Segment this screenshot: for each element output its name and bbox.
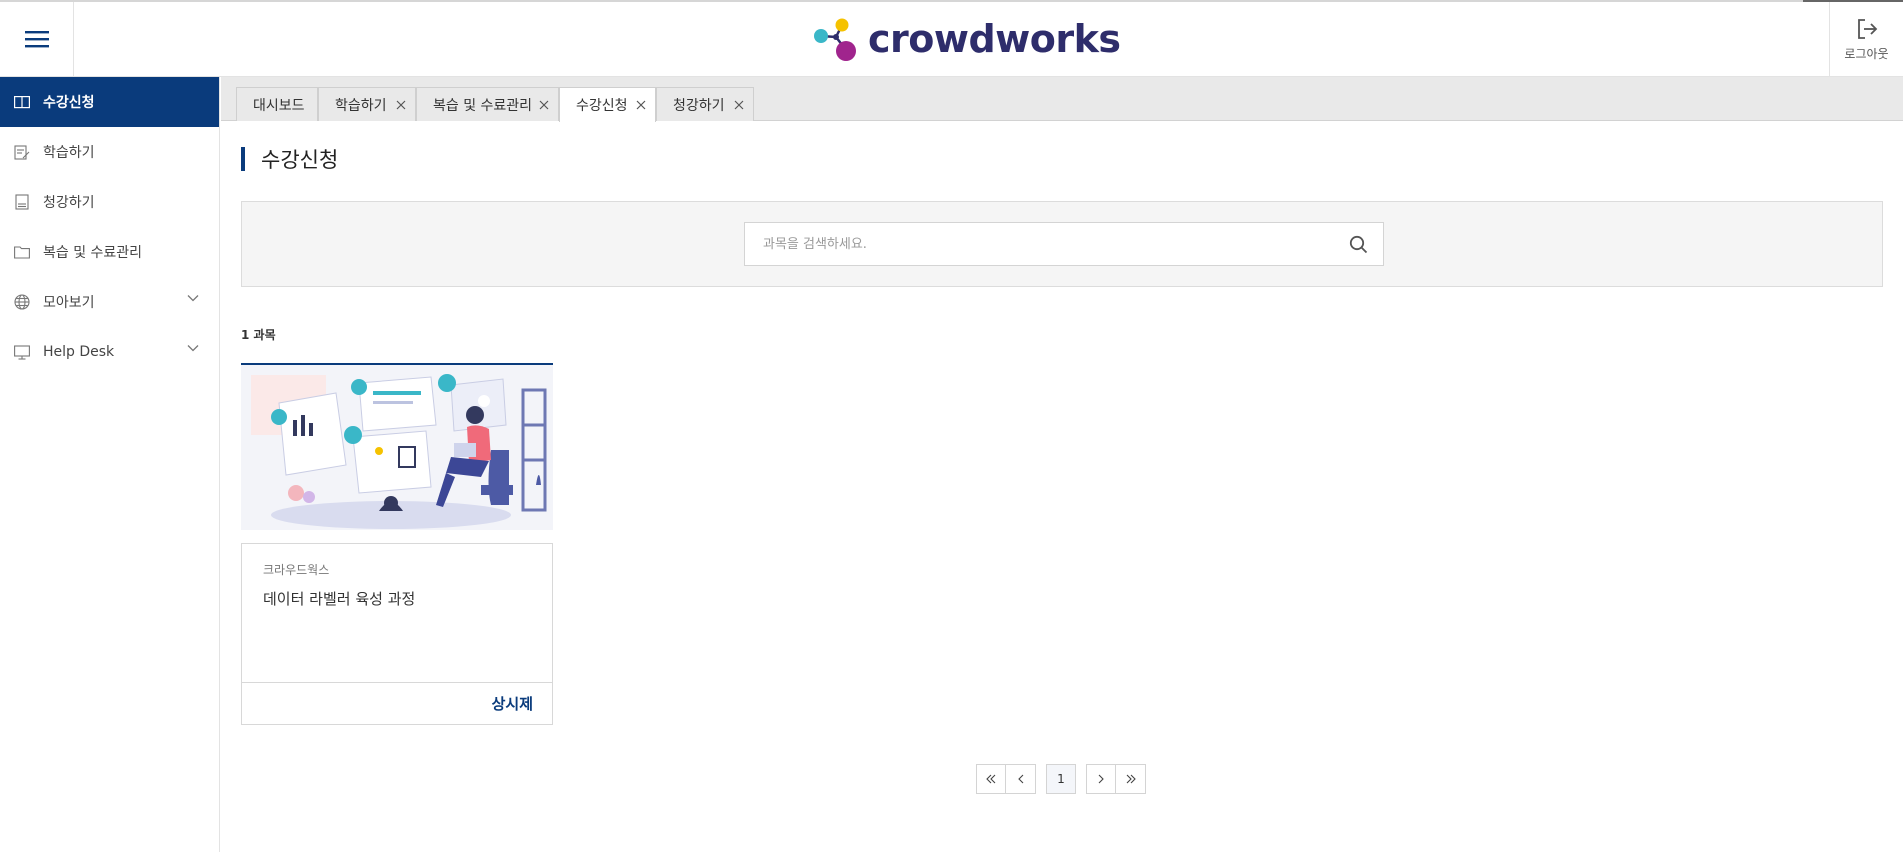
double-chevron-right-icon	[1126, 774, 1136, 784]
title-accent-bar	[241, 147, 245, 171]
sidebar-item-review[interactable]: 복습 및 수료관리	[0, 227, 219, 277]
sidebar-item-label: 수강신청	[43, 95, 95, 111]
tab-label: 학습하기	[335, 97, 387, 114]
logout-icon	[1857, 18, 1877, 39]
logo-molecule-icon	[814, 18, 856, 61]
menu-button[interactable]	[0, 2, 74, 76]
pagination: 1	[976, 764, 1146, 794]
tab-review[interactable]: 복습 및 수료관리	[416, 87, 559, 121]
tab-dashboard[interactable]: 대시보드	[236, 87, 318, 121]
monitor-icon	[14, 344, 30, 360]
tab-enroll[interactable]: 수강신청	[559, 87, 656, 122]
chevron-down-icon	[187, 345, 199, 352]
course-count: 1 과목	[241, 328, 276, 342]
search-icon	[1349, 235, 1367, 253]
top-header: crowdworks 로그아웃	[0, 2, 1903, 77]
sidebar-item-browse[interactable]: 모아보기	[0, 277, 219, 327]
logout-label: 로그아웃	[1844, 46, 1889, 61]
close-icon[interactable]	[395, 99, 407, 111]
close-icon[interactable]	[733, 99, 745, 111]
course-card: 크라우드웍스 데이터 라벨러 육성 과정 상시제	[241, 363, 553, 725]
first-page-button[interactable]	[976, 764, 1006, 794]
next-page-button[interactable]	[1086, 764, 1116, 794]
document-icon	[14, 194, 30, 210]
logout-button[interactable]: 로그아웃	[1829, 2, 1903, 76]
sidebar-item-label: 모아보기	[43, 295, 95, 311]
tab-audit[interactable]: 청강하기	[656, 87, 754, 121]
document-edit-icon	[14, 144, 30, 160]
close-icon[interactable]	[635, 99, 647, 111]
hamburger-icon	[24, 31, 49, 48]
sidebar-item-label: 청강하기	[43, 195, 95, 211]
course-status-link[interactable]: 상시제	[492, 693, 533, 714]
sidebar-item-audit[interactable]: 청강하기	[0, 177, 219, 227]
sidebar-item-learn[interactable]: 학습하기	[0, 127, 219, 177]
double-chevron-left-icon	[986, 774, 996, 784]
course-illustration-image	[241, 365, 553, 530]
logo-text: crowdworks	[868, 17, 1121, 61]
sidebar: 수강신청 학습하기 청강하기 복습 및 수료관리 모아보기 Help Desk	[0, 77, 220, 852]
page-title: 수강신청	[261, 148, 339, 172]
search-panel	[241, 201, 1883, 287]
chevron-right-icon	[1098, 774, 1104, 784]
last-page-button[interactable]	[1116, 764, 1146, 794]
folder-icon	[14, 244, 30, 260]
tab-learn[interactable]: 학습하기	[318, 87, 416, 121]
tab-bar: 대시보드 학습하기 복습 및 수료관리 수강신청 청강하기	[221, 77, 1903, 122]
page-number-button[interactable]: 1	[1046, 764, 1076, 794]
sidebar-item-helpdesk[interactable]: Help Desk	[0, 327, 219, 377]
tab-label: 수강신청	[576, 98, 628, 114]
course-title[interactable]: 데이터 라벨러 육성 과정	[263, 588, 415, 609]
tab-label: 복습 및 수료관리	[433, 97, 533, 114]
search-button[interactable]	[1333, 223, 1383, 265]
close-icon[interactable]	[538, 99, 550, 111]
course-provider: 크라우드웍스	[263, 563, 330, 577]
course-card-body: 크라우드웍스 데이터 라벨러 육성 과정 상시제	[241, 543, 553, 725]
book-open-icon	[14, 94, 30, 110]
sidebar-item-enroll[interactable]: 수강신청	[0, 77, 219, 127]
chevron-down-icon	[187, 295, 199, 302]
sidebar-item-label: 복습 및 수료관리	[43, 245, 143, 261]
page-title-block: 수강신청	[241, 146, 338, 172]
globe-icon	[14, 294, 30, 310]
tab-label: 대시보드	[253, 97, 305, 114]
sidebar-item-label: Help Desk	[43, 344, 115, 360]
prev-page-button[interactable]	[1006, 764, 1036, 794]
chevron-left-icon	[1017, 774, 1023, 784]
search-box	[744, 222, 1384, 266]
logo[interactable]: crowdworks	[812, 16, 1121, 62]
sidebar-item-label: 학습하기	[43, 145, 95, 161]
course-card-footer: 상시제	[242, 682, 552, 724]
course-thumbnail[interactable]	[241, 365, 553, 530]
search-input[interactable]	[745, 224, 1333, 264]
tab-label: 청강하기	[673, 97, 725, 114]
